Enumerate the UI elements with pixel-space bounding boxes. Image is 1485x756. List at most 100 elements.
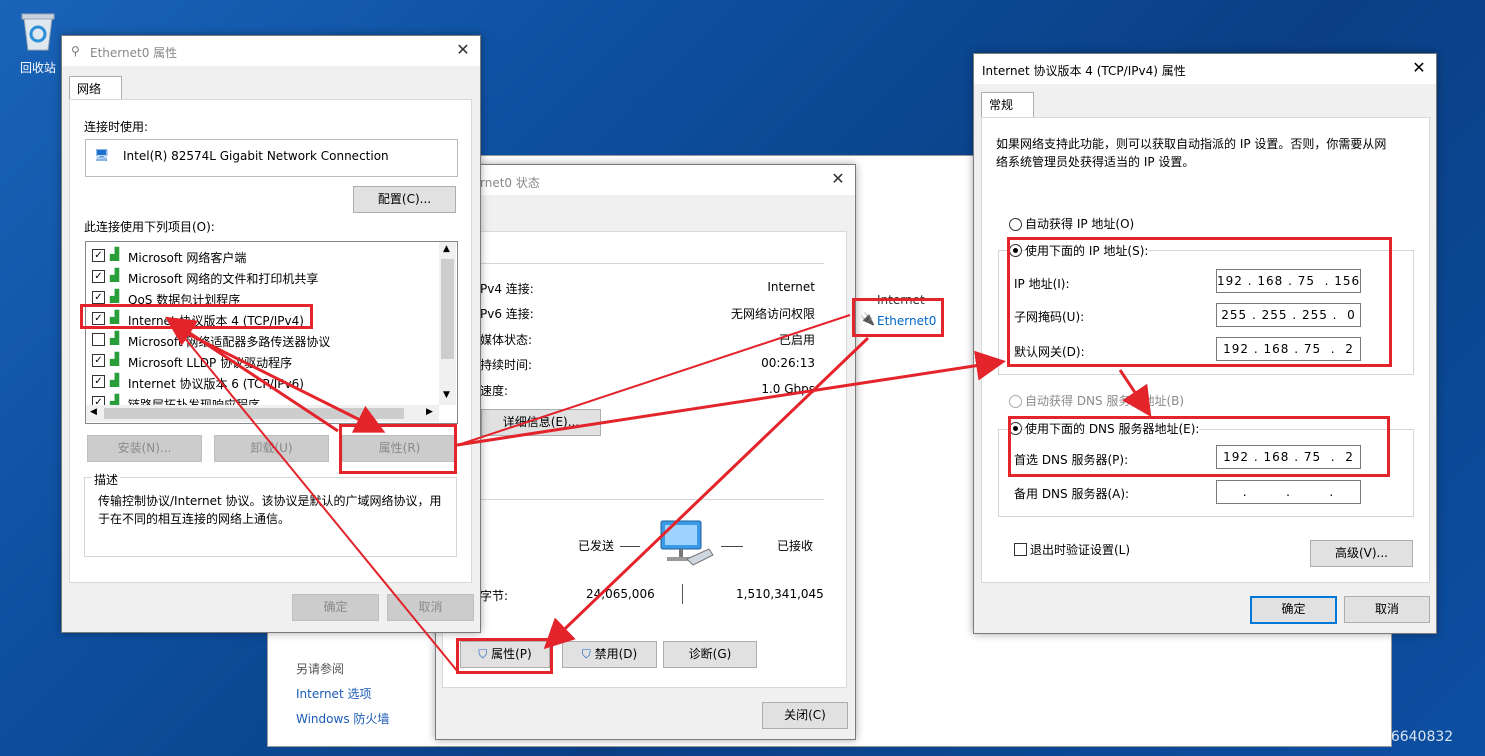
description-text: 传输控制协议/Internet 协议。该协议是默认的广域网络协议，用于在不同的相… [98, 494, 442, 526]
list-item[interactable]: ▟ Microsoft 网络适配器多路传送器协议 [86, 330, 436, 350]
item-label: Microsoft 网络客户端 [128, 251, 247, 265]
validate-checkbox[interactable] [1014, 543, 1027, 556]
tab-general[interactable]: 常规 [981, 92, 1034, 117]
list-vscrollbar[interactable]: ▲ ▼ [439, 242, 456, 405]
ipv4-intro: 如果网络支持此功能，则可以获取自动指派的 IP 设置。否则，你需要从网络系统管理… [996, 137, 1387, 169]
details-button[interactable]: 详细信息(E)... [481, 409, 601, 436]
status-divider-bottom [480, 499, 824, 500]
alt-dns-field[interactable]: . . . [1216, 480, 1361, 504]
scroll-down-icon[interactable]: ▼ [443, 390, 450, 400]
item-checkbox[interactable] [92, 333, 105, 346]
items-label: 此连接使用下列项目(O): [84, 220, 215, 234]
recycle-bin-icon [21, 13, 55, 51]
ok-button[interactable]: 确定 [292, 594, 379, 621]
protocol-icon: ▟ [110, 352, 120, 366]
network-activity-icon [660, 520, 714, 566]
list-item[interactable]: ✓ ▟ Microsoft 网络的文件和打印机共享 [86, 267, 436, 287]
configure-button[interactable]: 配置(C)... [353, 186, 456, 213]
tab-network[interactable]: 网络 [69, 76, 122, 99]
item-label: Microsoft LLDP 协议驱动程序 [128, 356, 293, 370]
list-hscrollbar[interactable]: ◀ ▶ [86, 405, 439, 422]
see-also-heading: 另请参阅 [296, 662, 345, 676]
props-window-title: Ethernet0 属性 [90, 46, 178, 60]
auto-dns-radio[interactable] [1009, 395, 1022, 408]
item-checkbox[interactable]: ✓ [92, 354, 105, 367]
auto-ip-radio[interactable] [1009, 218, 1022, 231]
protocol-icon: ▟ [110, 247, 120, 261]
scroll-left-icon[interactable]: ◀ [90, 407, 97, 417]
list-item[interactable]: ✓ ▟ Internet 协议版本 6 (TCP/IPv6) [86, 372, 436, 392]
status-row-value: 无网络访问权限 [730, 307, 815, 321]
scroll-up-icon[interactable]: ▲ [443, 244, 450, 254]
auto-ip-label: 自动获得 IP 地址(O) [1025, 217, 1135, 231]
ipv4-close-icon[interactable]: ✕ [1408, 58, 1430, 78]
internet-options-link[interactable]: Internet 选项 [296, 685, 371, 702]
status-row-value: 00:26:13 [761, 356, 815, 370]
bytes-sent: 24,065,006 [586, 587, 655, 601]
ethernet-icon: ⚲ [71, 44, 80, 58]
annotation-box-dns-settings [1008, 416, 1390, 477]
protocol-icon: ▟ [110, 289, 120, 303]
item-checkbox[interactable]: ✓ [92, 375, 105, 388]
props-close-icon[interactable]: ✕ [452, 40, 474, 60]
status-row-value: 已启用 [778, 333, 815, 347]
items-list[interactable]: ✓ ▟ Microsoft 网络客户端 ✓ ▟ Microsoft 网络的文件和打印机共享… [85, 241, 458, 424]
annotation-box-ip-settings [1007, 237, 1392, 367]
auto-dns-label: 自动获得 DNS 服务器地址(B) [1025, 394, 1185, 408]
adapter-field: 🖥 Intel(R) 82574L Gigabit Network Connec… [85, 139, 458, 177]
status-divider-top [480, 263, 824, 264]
ipv4-window-title: Internet 协议版本 4 (TCP/IPv4) 属性 [982, 64, 1186, 78]
scroll-right-icon[interactable]: ▶ [426, 407, 433, 417]
sent-dash [620, 546, 640, 547]
item-label: Microsoft 网络适配器多路传送器协议 [128, 335, 331, 349]
status-row-label: Pv6 连接: [480, 307, 534, 321]
sent-label: 已发送 [578, 539, 615, 553]
item-checkbox[interactable]: ✓ [92, 249, 105, 262]
status-close-button[interactable]: 关闭(C) [762, 702, 848, 729]
adapter-label: Intel(R) 82574L Gigabit Network Connecti… [123, 149, 389, 163]
list-item[interactable]: ✓ ▟ Microsoft 网络客户端 [86, 246, 436, 266]
status-close-icon[interactable]: ✕ [827, 169, 849, 189]
recycle-bin[interactable]: 回收站 [14, 8, 62, 76]
item-label: Internet 协议版本 6 (TCP/IPv6) [128, 377, 304, 391]
cancel-button[interactable]: 取消 [387, 594, 474, 621]
alt-dns-label: 备用 DNS 服务器(A): [1014, 487, 1130, 501]
bytes-divider [682, 584, 683, 604]
item-checkbox[interactable]: ✓ [92, 291, 105, 304]
scroll-thumb[interactable] [441, 259, 454, 359]
received-label: 已接收 [777, 539, 814, 553]
status-row-label: 速度: [480, 384, 509, 398]
item-checkbox[interactable]: ✓ [92, 270, 105, 283]
ipv4-ok-button[interactable]: 确定 [1250, 596, 1337, 624]
description-heading: 描述 [92, 471, 121, 488]
bytes-received: 1,510,341,045 [736, 587, 824, 601]
ipv4-cancel-button[interactable]: 取消 [1344, 596, 1430, 623]
disable-button[interactable]: ⛉ 禁用(D) [562, 641, 657, 668]
advanced-button[interactable]: 高级(V)... [1310, 540, 1413, 567]
status-window-title: rnet0 状态 [480, 176, 540, 190]
install-button[interactable]: 安装(N)... [87, 435, 202, 462]
annotation-box-status-properties [456, 638, 553, 674]
status-row-label: 持续时间: [480, 358, 533, 372]
disable-label: 禁用(D) [594, 647, 638, 661]
network-adapter-icon: 🖥 [94, 148, 110, 162]
hscroll-thumb[interactable] [104, 408, 404, 419]
diagnose-button[interactable]: 诊断(G) [663, 641, 757, 668]
protocol-icon: ▟ [110, 331, 120, 345]
uac-shield-icon: ⛉ [581, 647, 591, 661]
status-row-label: 媒体状态: [480, 333, 533, 347]
status-row-value: Internet [767, 280, 815, 294]
watermark: CSDN @m0_66640832 [1294, 729, 1454, 745]
recycle-bin-label: 回收站 [20, 61, 57, 75]
ethernet-properties-window: ⚲ Ethernet0 属性 ✕ 网络 连接时使用: 🖥 Intel(R) 82… [61, 35, 481, 633]
connect-using-label: 连接时使用: [84, 120, 149, 134]
uninstall-button[interactable]: 卸载(U) [214, 435, 329, 462]
list-item[interactable]: ✓ ▟ Microsoft LLDP 协议驱动程序 [86, 351, 436, 371]
bytes-label: 字节: [480, 589, 509, 603]
protocol-icon: ▟ [110, 268, 120, 282]
annotation-box-item-properties [339, 424, 457, 474]
windows-firewall-link[interactable]: Windows 防火墙 [296, 710, 389, 727]
status-panel [442, 231, 847, 688]
annotation-box-ipv4-item [80, 304, 313, 329]
annotation-box-adapter [852, 298, 944, 337]
